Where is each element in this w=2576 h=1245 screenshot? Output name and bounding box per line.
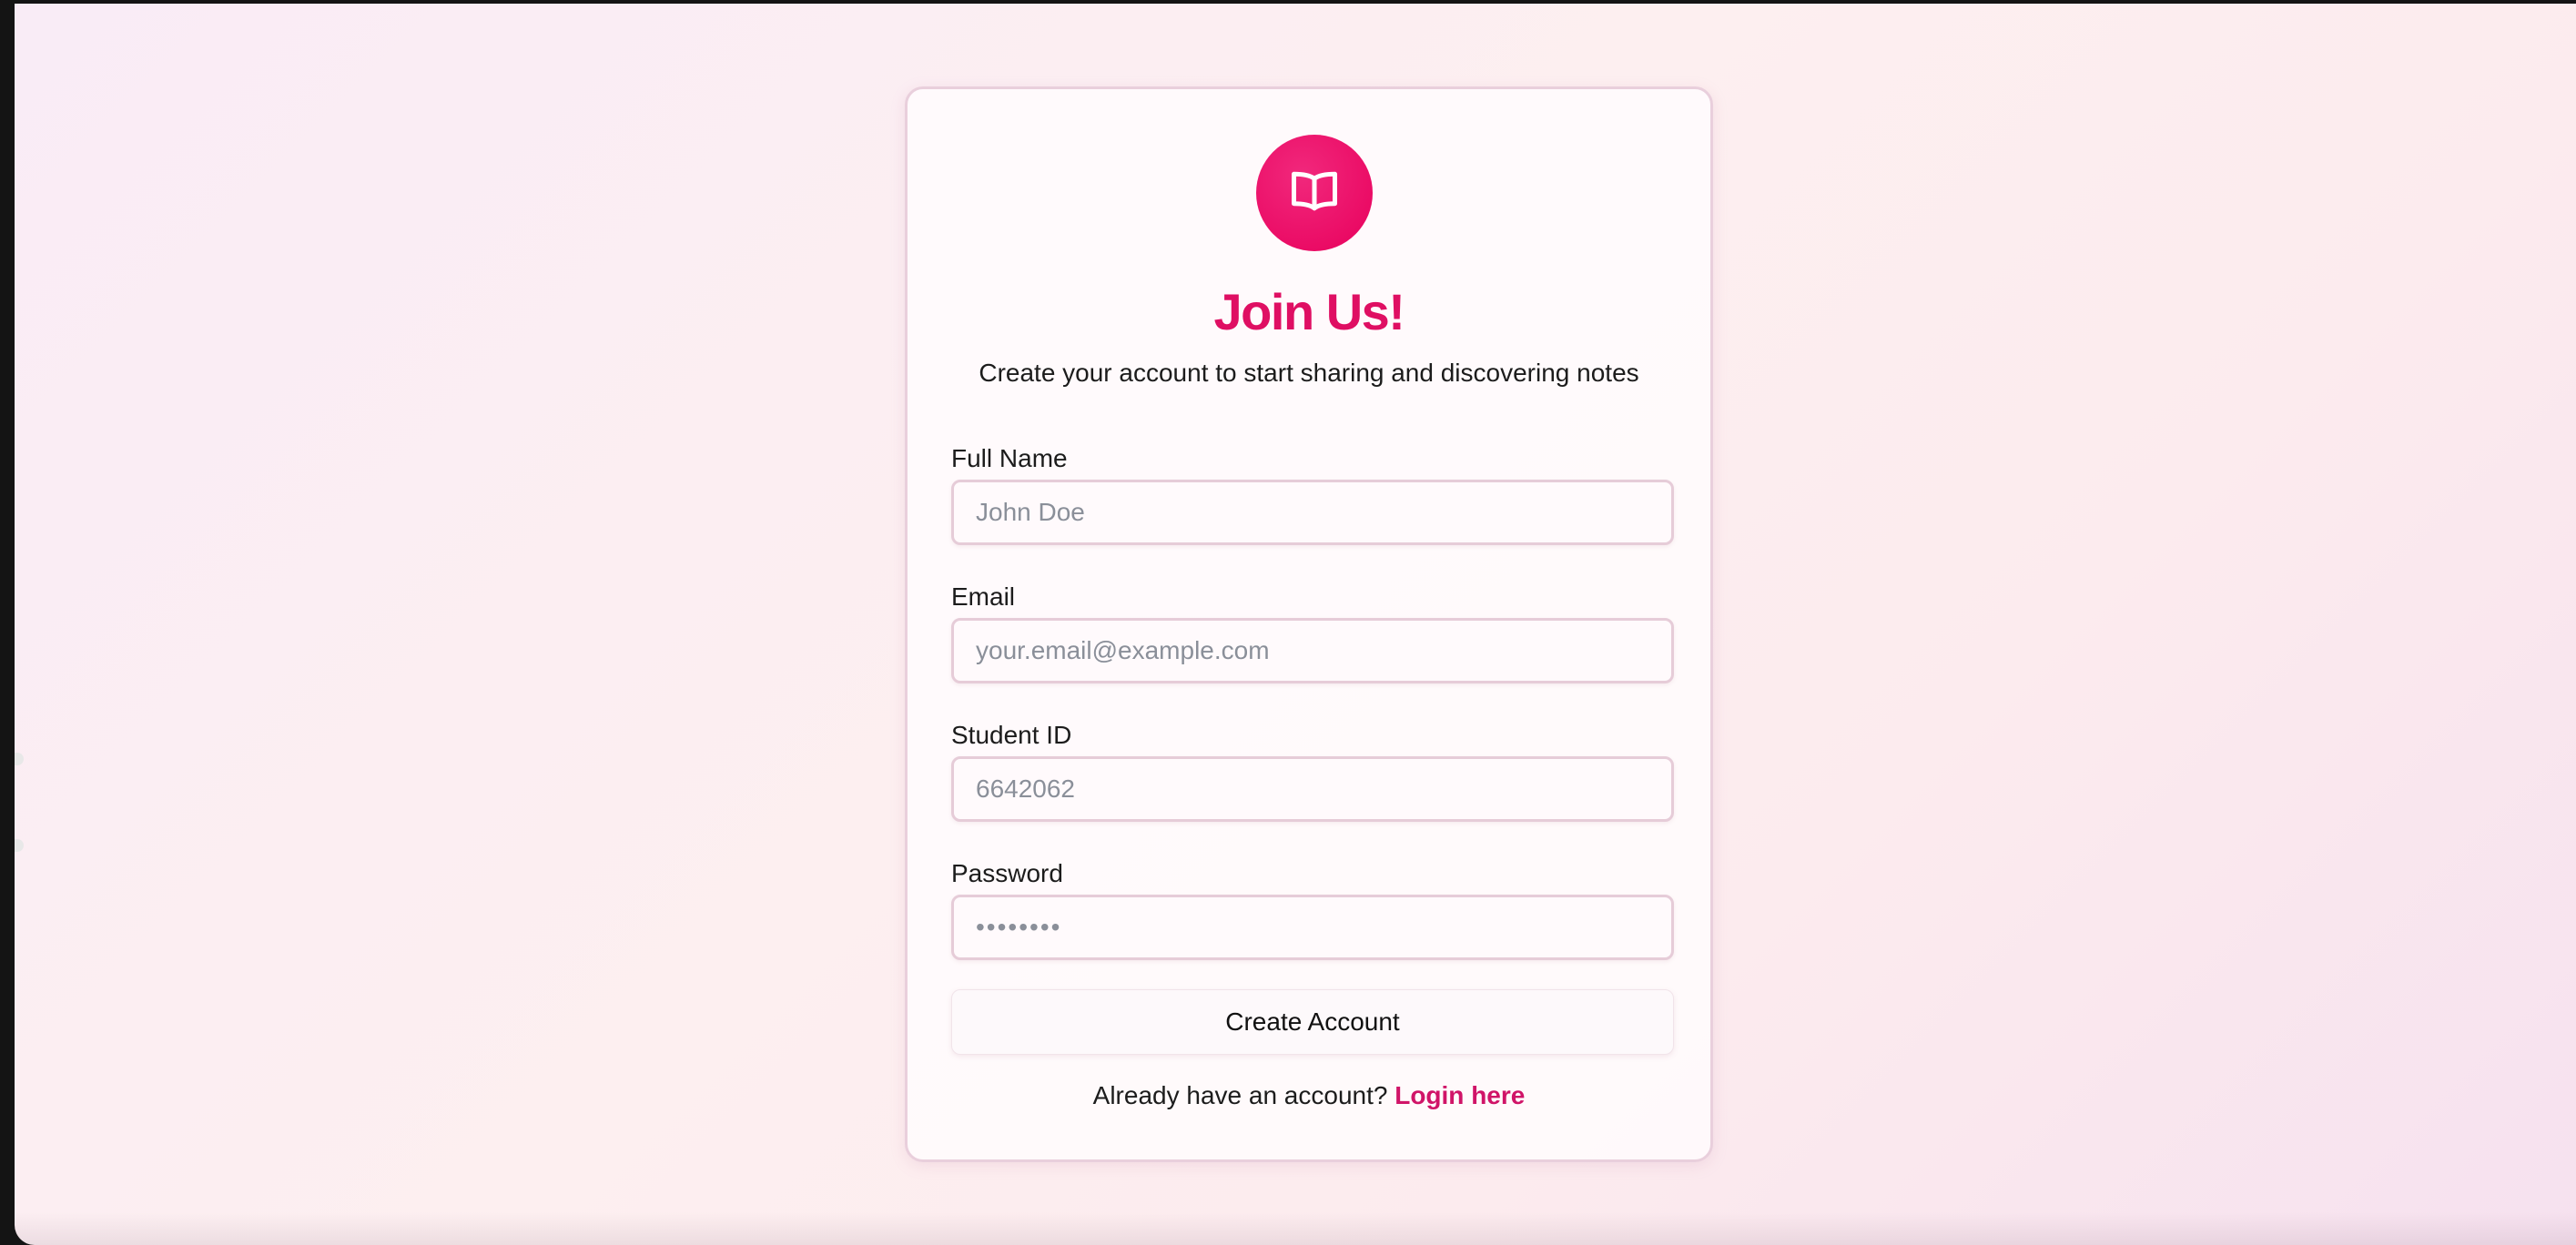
full-name-input[interactable] <box>951 480 1674 545</box>
open-book-icon <box>1287 164 1342 223</box>
email-input[interactable] <box>951 618 1674 683</box>
full-name-label: Full Name <box>951 444 1068 472</box>
page-subtitle: Create your account to start sharing and… <box>979 359 1639 387</box>
password-input[interactable] <box>951 895 1674 960</box>
page-title: Join Us! <box>1213 283 1405 340</box>
student-id-input[interactable] <box>951 756 1674 822</box>
login-link[interactable]: Login here <box>1394 1081 1525 1109</box>
create-account-button[interactable]: Create Account <box>951 989 1674 1055</box>
student-id-label: Student ID <box>951 721 1072 749</box>
password-label: Password <box>951 859 1063 887</box>
login-prompt-text: Already have an account? <box>1092 1081 1388 1109</box>
email-label: Email <box>951 582 1016 611</box>
logo-badge <box>1256 135 1373 251</box>
login-prompt: Already have an account? Login here <box>908 1081 1710 1110</box>
signup-card: Join Us! Create your account to start sh… <box>905 86 1713 1162</box>
window-edge-handle <box>15 839 24 852</box>
page-background: Join Us! Create your account to start sh… <box>15 4 2576 1245</box>
window-edge-handle <box>15 753 24 765</box>
